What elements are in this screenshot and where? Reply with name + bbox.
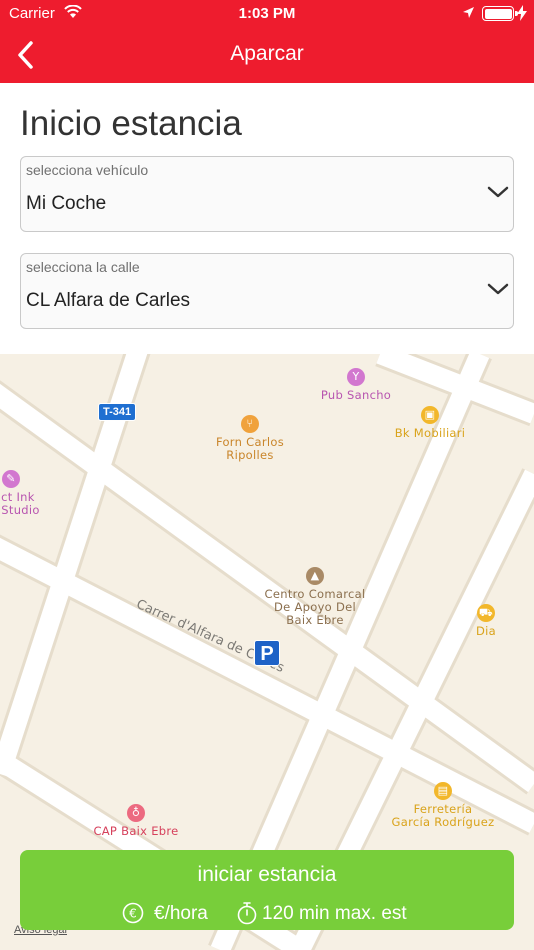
stethoscope-icon: ♁ xyxy=(127,804,145,822)
school-icon: ▲ xyxy=(306,567,324,585)
vehicle-select[interactable]: selecciona vehículo Mi Coche xyxy=(20,156,514,232)
start-parking-label: iniciar estancia xyxy=(197,863,337,886)
parking-marker[interactable]: P xyxy=(254,640,280,666)
poi-forn-carlos-ripolles[interactable]: ⑂ Forn Carlos Ripolles xyxy=(200,415,300,462)
svg-text:€: € xyxy=(129,907,137,921)
euro-icon: € xyxy=(122,902,144,929)
restaurant-icon: ⑂ xyxy=(241,415,259,433)
street-select-label: selecciona la calle xyxy=(26,259,140,275)
street-select-value: CL Alfara de Carles xyxy=(26,290,191,311)
poi-ferreteria[interactable]: ▤ Ferretería García Rodríguez xyxy=(378,782,508,829)
cart-icon: ⛟ xyxy=(477,604,495,622)
vehicle-select-label: selecciona vehículo xyxy=(26,162,149,178)
poi-pub-sancho[interactable]: Y Pub Sancho xyxy=(310,368,402,402)
start-parking-button[interactable]: iniciar estancia € €/hora 120 min max. e… xyxy=(20,850,514,930)
page-title: Inicio estancia xyxy=(20,104,242,143)
status-bar: Carrier 1:03 PM xyxy=(0,0,534,28)
max-stay-label: 120 min max. est xyxy=(262,903,407,924)
battery-icon xyxy=(482,6,518,21)
chevron-down-icon xyxy=(487,185,509,204)
street-select[interactable]: selecciona la calle CL Alfara de Carles xyxy=(20,253,514,329)
shop-icon: ▣ xyxy=(421,406,439,424)
poi-dict-ink-studio[interactable]: ✎ dict Ink o Studio xyxy=(0,470,60,517)
poi-cap-baix-ebre[interactable]: ♁ CAP Baix Ebre xyxy=(80,804,192,838)
vehicle-select-value: Mi Coche xyxy=(26,193,107,214)
charging-bolt-icon xyxy=(517,5,527,26)
stopwatch-icon xyxy=(236,901,258,930)
location-arrow-icon xyxy=(462,6,475,24)
clock: 1:03 PM xyxy=(238,5,296,22)
road-shield: T-341 xyxy=(98,403,137,421)
rate-label: €/hora xyxy=(154,903,208,924)
poi-bk-mobiliari[interactable]: ▣ Bk Mobiliari xyxy=(380,406,480,440)
chevron-down-icon xyxy=(487,282,509,301)
poi-dia[interactable]: ⛟ Dia xyxy=(466,604,506,638)
navigation-bar: Aparcar xyxy=(0,28,534,83)
nav-title: Aparcar xyxy=(230,42,304,65)
cocktail-icon: Y xyxy=(347,368,365,386)
tattoo-icon: ✎ xyxy=(2,470,20,488)
hardware-icon: ▤ xyxy=(434,782,452,800)
poi-centro-comarcal[interactable]: ▲ Centro Comarcal De Apoyo Del Baix Ebre xyxy=(250,567,380,627)
